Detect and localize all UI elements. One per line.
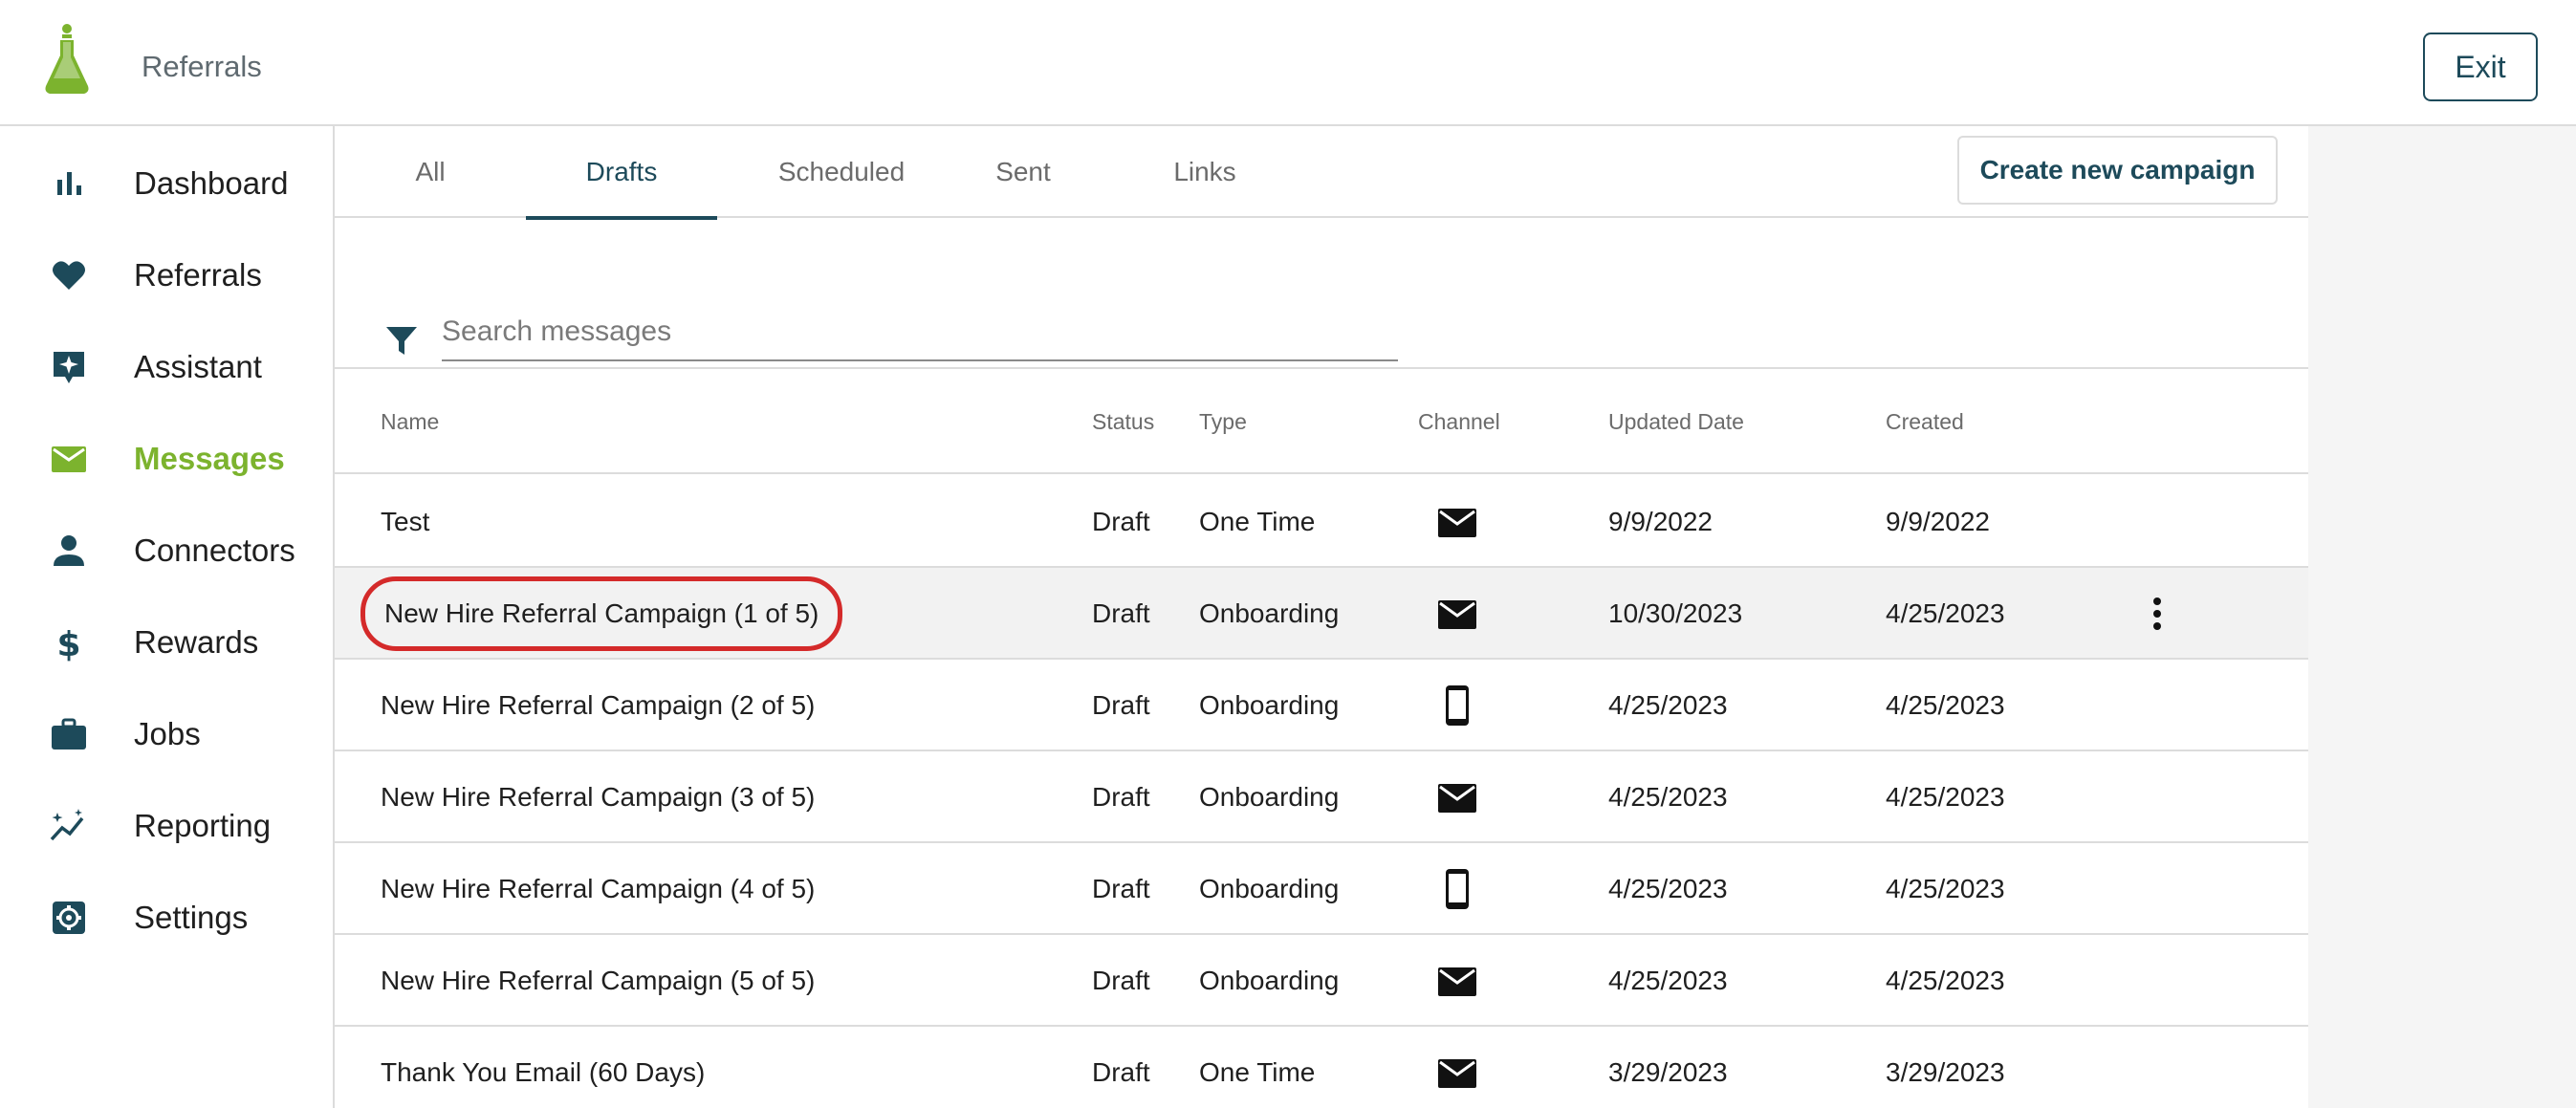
row-status: Draft [1092, 966, 1150, 995]
row-type: Onboarding [1199, 966, 1340, 995]
row-name[interactable]: Test [381, 505, 429, 539]
table-header: Name Status Type Channel Updated Date Cr… [335, 367, 2308, 474]
row-type: Onboarding [1199, 874, 1340, 903]
row-name[interactable]: New Hire Referral Campaign (4 of 5) [381, 872, 815, 906]
table-row[interactable]: New Hire Referral Campaign (2 of 5) Draf… [335, 660, 2308, 751]
column-header-channel[interactable]: Channel [1418, 407, 1500, 436]
sidebar-item-label: Dashboard [134, 165, 289, 201]
sidebar-item-label: Reporting [134, 808, 272, 843]
email-icon [1438, 509, 1476, 537]
sidebar-item-label: Settings [134, 900, 249, 935]
exit-button[interactable]: Exit [2423, 33, 2538, 101]
table-row[interactable]: New Hire Referral Campaign (5 of 5) Draf… [335, 935, 2308, 1027]
table-row[interactable]: New Hire Referral Campaign (4 of 5) Draf… [335, 843, 2308, 935]
row-created-date: 4/25/2023 [1886, 966, 2005, 995]
sidebar-item-label: Referrals [134, 257, 262, 293]
row-updated-date: 4/25/2023 [1608, 966, 1728, 995]
gear-icon [50, 899, 88, 937]
row-type: Onboarding [1199, 690, 1340, 720]
column-header-type[interactable]: Type [1199, 407, 1247, 436]
row-created-date: 4/25/2023 [1886, 874, 2005, 903]
sidebar-item-rewards[interactable]: $ Rewards [0, 597, 333, 688]
sidebar-item-referrals[interactable]: Referrals [0, 229, 333, 321]
email-icon [1438, 1059, 1476, 1088]
table-row[interactable]: New Hire Referral Campaign (3 of 5) Draf… [335, 751, 2308, 843]
sidebar-item-reporting[interactable]: Reporting [0, 780, 333, 872]
row-created-date: 4/25/2023 [1886, 598, 2005, 628]
sidebar-item-label: Assistant [134, 349, 262, 384]
sidebar-item-assistant[interactable]: Assistant [0, 321, 333, 413]
row-status: Draft [1092, 782, 1150, 812]
flask-logo-icon [45, 24, 89, 94]
sidebar-item-label: Rewards [134, 624, 259, 660]
app-title: Referrals [142, 50, 262, 83]
person-icon [50, 532, 88, 570]
sparkle-icon [50, 348, 88, 386]
row-updated-date: 4/25/2023 [1608, 874, 1728, 903]
row-type: One Time [1199, 507, 1316, 536]
sidebar-item-messages[interactable]: Messages [0, 413, 333, 505]
row-status: Draft [1092, 507, 1150, 536]
column-header-created[interactable]: Created [1886, 407, 1964, 436]
search-bar [335, 126, 2308, 402]
table-row[interactable]: Test Draft One Time 9/9/2022 9/9/2022 [335, 476, 2308, 568]
bar-chart-icon [50, 164, 88, 203]
email-icon [1438, 967, 1476, 996]
more-options-icon[interactable] [2138, 595, 2176, 633]
row-type: Onboarding [1199, 782, 1340, 812]
row-updated-date: 9/9/2022 [1608, 507, 1713, 536]
messages-panel: All Drafts Scheduled Sent Links Create n… [335, 126, 2308, 1108]
row-name[interactable]: Thank You Email (60 Days) [381, 1055, 705, 1090]
top-header: Referrals Exit [0, 0, 2576, 126]
sidebar-item-label: Jobs [134, 716, 201, 751]
table-row[interactable]: Thank You Email (60 Days) Draft One Time… [335, 1027, 2308, 1108]
row-status: Draft [1092, 1057, 1150, 1087]
email-icon [1438, 600, 1476, 629]
email-icon [1438, 784, 1476, 813]
row-created-date: 4/25/2023 [1886, 782, 2005, 812]
row-name[interactable]: New Hire Referral Campaign (1 of 5) [360, 576, 843, 651]
row-status: Draft [1092, 690, 1150, 720]
row-status: Draft [1092, 598, 1150, 628]
row-created-date: 9/9/2022 [1886, 507, 1990, 536]
sidebar-item-jobs[interactable]: Jobs [0, 688, 333, 780]
table-row[interactable]: New Hire Referral Campaign (1 of 5) Draf… [335, 568, 2308, 660]
column-header-status[interactable]: Status [1092, 407, 1154, 436]
trend-icon [50, 807, 88, 845]
row-updated-date: 3/29/2023 [1608, 1057, 1728, 1087]
row-updated-date: 4/25/2023 [1608, 782, 1728, 812]
row-name[interactable]: New Hire Referral Campaign (2 of 5) [381, 688, 815, 723]
row-status: Draft [1092, 874, 1150, 903]
column-header-name[interactable]: Name [381, 407, 439, 436]
dollar-icon: $ [50, 623, 88, 662]
envelope-icon [50, 440, 88, 478]
search-input[interactable] [442, 304, 1398, 361]
right-gutter [2308, 126, 2576, 1108]
row-created-date: 4/25/2023 [1886, 690, 2005, 720]
row-updated-date: 10/30/2023 [1608, 598, 1743, 628]
row-name[interactable]: New Hire Referral Campaign (5 of 5) [381, 964, 815, 998]
sidebar-item-label: Connectors [134, 532, 295, 568]
svg-text:$: $ [56, 625, 80, 662]
sidebar-item-label: Messages [134, 441, 285, 476]
phone-icon [1446, 685, 1469, 726]
heart-icon [50, 256, 88, 294]
row-type: One Time [1199, 1057, 1316, 1087]
phone-icon [1446, 869, 1469, 909]
sidebar: Dashboard Referrals Assistant Messages C… [0, 126, 335, 1108]
row-name[interactable]: New Hire Referral Campaign (3 of 5) [381, 780, 815, 815]
sidebar-item-settings[interactable]: Settings [0, 872, 333, 964]
sidebar-item-connectors[interactable]: Connectors [0, 505, 333, 597]
row-updated-date: 4/25/2023 [1608, 690, 1728, 720]
filter-icon[interactable] [384, 323, 419, 358]
row-type: Onboarding [1199, 598, 1340, 628]
briefcase-icon [50, 715, 88, 753]
row-created-date: 3/29/2023 [1886, 1057, 2005, 1087]
column-header-updated-date[interactable]: Updated Date [1608, 407, 1744, 436]
sidebar-item-dashboard[interactable]: Dashboard [0, 138, 333, 229]
app-window: Referrals Exit Dashboard Referrals Assis… [0, 0, 2576, 1108]
